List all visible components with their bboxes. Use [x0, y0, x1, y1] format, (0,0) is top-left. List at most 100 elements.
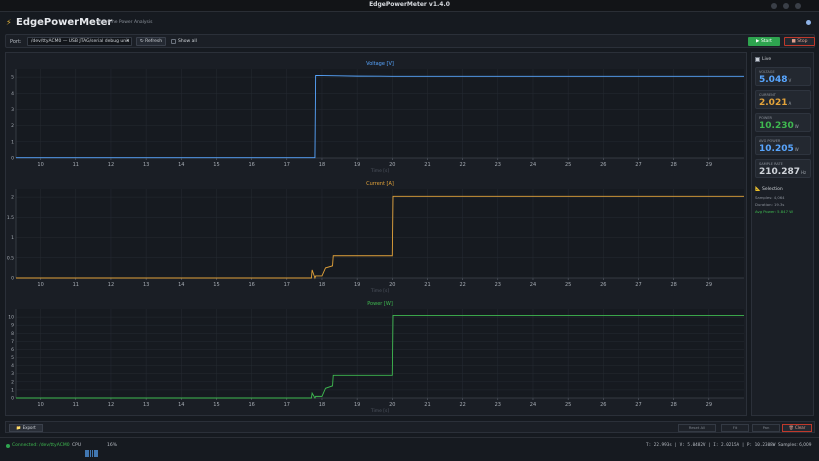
- x-tick-label: 15: [213, 162, 219, 168]
- x-tick-label: 12: [108, 162, 114, 168]
- connection-toolbar: Port: /dev/ttyACM0 — USB JTAG/serial deb…: [5, 34, 815, 48]
- x-tick-label: 29: [706, 162, 712, 168]
- y-tick-label: 0.5: [7, 255, 14, 261]
- x-tick-label: 10: [37, 282, 43, 288]
- x-tick-label: 15: [213, 282, 219, 288]
- x-tick-label: 22: [459, 162, 465, 168]
- cursor-readout: T: 22.993s | V: 5.0482V | I: 2.0215A | P…: [646, 443, 776, 448]
- x-tick-label: 25: [565, 282, 571, 288]
- x-axis-label: Time [s]: [370, 168, 390, 174]
- export-button[interactable]: 📁 Export: [9, 423, 43, 432]
- show-all-checkbox[interactable]: [171, 38, 176, 44]
- plot-bg: [16, 189, 744, 278]
- x-tick-label: 29: [706, 402, 712, 408]
- theme-toggle-icon[interactable]: [806, 20, 811, 25]
- stats-sidebar: Live VOLTAGE 5.048V CURRENT 2.021A POWER 10.2…: [751, 52, 814, 416]
- stat-card-current: CURRENT 2.021A: [755, 90, 811, 109]
- reset-all-button[interactable]: Reset All: [678, 423, 716, 432]
- bottom-toolbar: 📁 Export Reset All Fit Pan 🗑 Clear: [5, 421, 815, 433]
- x-tick-label: 18: [319, 162, 325, 168]
- x-tick-label: 24: [530, 402, 536, 408]
- y-tick-label: 6: [11, 347, 14, 353]
- y-tick-label: 1: [11, 387, 14, 393]
- show-all-label: Show all: [178, 38, 197, 44]
- y-tick-label: 0: [11, 156, 14, 162]
- y-tick-label: 1: [11, 139, 14, 145]
- y-tick-label: 0: [11, 396, 14, 402]
- x-tick-label: 25: [565, 402, 571, 408]
- selection-samples: Samples: 4,064: [755, 195, 785, 200]
- refresh-button[interactable]: ↻ Refresh: [136, 37, 166, 46]
- series-title: Voltage [V]: [366, 61, 394, 67]
- stat-unit: W: [794, 124, 799, 129]
- x-tick-label: 10: [37, 162, 43, 168]
- clear-label: Clear: [794, 424, 806, 430]
- stat-value: 10.230W: [759, 121, 799, 131]
- stat-key: AVG POWER: [759, 139, 781, 143]
- live-checkbox[interactable]: [755, 57, 760, 62]
- cpu-meter: [85, 442, 99, 457]
- y-tick-label: 8: [11, 331, 14, 337]
- selection-duration: Duration: 19.3s: [755, 202, 785, 207]
- x-tick-label: 17: [284, 402, 290, 408]
- stat-value: 210.287Hz: [759, 167, 807, 177]
- x-tick-label: 14: [178, 402, 184, 408]
- series-title: Current [A]: [366, 181, 394, 187]
- y-tick-label: 0: [11, 276, 14, 282]
- stat-unit: A: [788, 101, 792, 106]
- x-tick-label: 27: [635, 162, 641, 168]
- plots-svg[interactable]: 10 11 12 13 14 15 16 17 18 19 20 21 22 23 24 25 26 27 28 29…: [6, 53, 748, 417]
- y-tick-label: 4: [11, 91, 14, 97]
- x-tick-label: 11: [73, 402, 79, 408]
- stat-value: 2.021A: [759, 98, 792, 108]
- x-tick-label: 12: [108, 402, 114, 408]
- x-tick-label: 26: [600, 402, 606, 408]
- x-axis-label: Time [s]: [370, 408, 390, 414]
- x-tick-label: 11: [73, 162, 79, 168]
- plot-area[interactable]: 10 11 12 13 14 15 16 17 18 19 20 21 22 23 24 25 26 27 28 29…: [5, 52, 747, 416]
- stat-value: 10.205W: [759, 144, 799, 154]
- x-tick-label: 28: [670, 162, 676, 168]
- x-tick-label: 25: [565, 162, 571, 168]
- y-tick-label: 2: [11, 379, 14, 385]
- x-tick-label: 16: [248, 282, 254, 288]
- clear-button[interactable]: 🗑 Clear: [782, 423, 812, 432]
- y-tick-label: 2: [11, 123, 14, 129]
- x-tick-label: 19: [354, 162, 360, 168]
- port-select-value: /dev/ttyACM0 — USB JTAG/serial debug uni…: [31, 39, 130, 44]
- pan-button[interactable]: Pan: [752, 423, 780, 432]
- cpu-label: CPU: [72, 443, 82, 448]
- x-tick-label: 15: [213, 402, 219, 408]
- x-tick-label: 24: [530, 162, 536, 168]
- status-bar: Connected: /dev/ttyACM0 CPU 16% T: 22.99…: [0, 437, 819, 457]
- stat-card-sample-rate: SAMPLE RATE 210.287Hz: [755, 159, 811, 178]
- y-tick-label: 7: [11, 339, 14, 345]
- x-tick-label: 18: [319, 402, 325, 408]
- chevron-down-icon: ▾: [126, 39, 129, 44]
- stat-key: CURRENT: [759, 93, 776, 97]
- fit-button[interactable]: Fit: [721, 423, 749, 432]
- stat-unit: V: [788, 78, 792, 83]
- app-subtitle: Real-time Power Analysis: [96, 20, 153, 25]
- stat-key: SAMPLE RATE: [759, 162, 783, 166]
- y-tick-label: 5: [11, 75, 14, 81]
- x-tick-label: 17: [284, 162, 290, 168]
- x-tick-label: 27: [635, 282, 641, 288]
- stat-unit: Hz: [801, 170, 807, 175]
- x-tick-label: 23: [495, 402, 501, 408]
- live-label: Live: [762, 57, 772, 62]
- x-tick-label: 26: [600, 282, 606, 288]
- x-tick-label: 16: [248, 162, 254, 168]
- x-tick-label: 11: [73, 282, 79, 288]
- x-tick-label: 19: [354, 282, 360, 288]
- x-tick-label: 21: [424, 402, 430, 408]
- app-header: ⚡ EdgePowerMeter Real-time Power Analysi…: [0, 12, 819, 32]
- start-button[interactable]: ▶ Start: [748, 37, 780, 46]
- port-label: Port:: [10, 38, 22, 45]
- port-select[interactable]: /dev/ttyACM0 — USB JTAG/serial debug uni…: [27, 37, 132, 46]
- y-tick-label: 1.5: [7, 215, 14, 221]
- x-tick-label: 23: [495, 162, 501, 168]
- window-title: EdgePowerMeter v1.4.0: [369, 1, 450, 8]
- stop-button[interactable]: ■ Stop: [784, 37, 815, 46]
- y-tick-label: 3: [11, 371, 14, 377]
